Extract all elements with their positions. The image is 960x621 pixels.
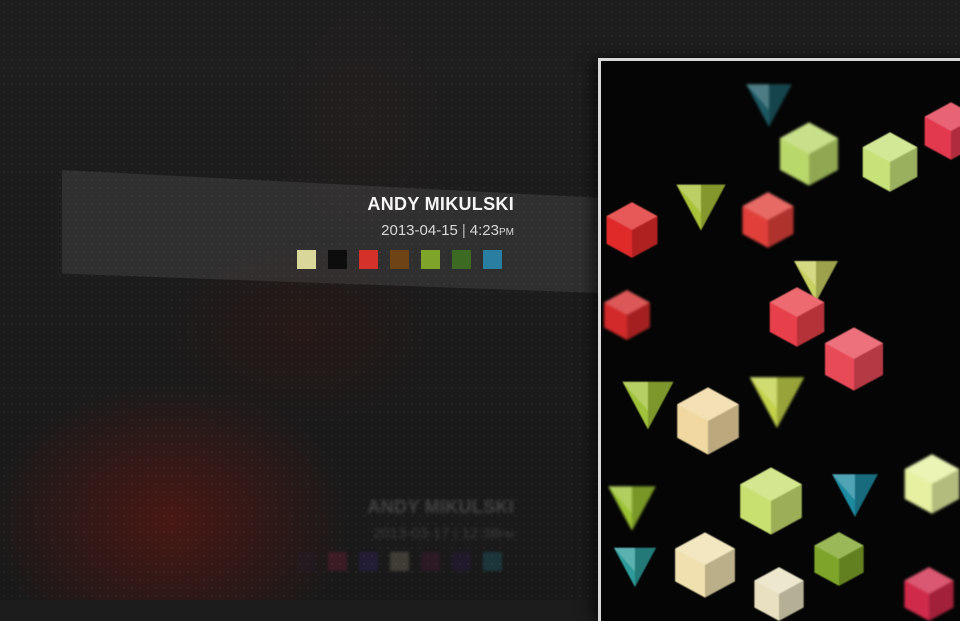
gem-shape bbox=[749, 377, 805, 429]
gem-shape bbox=[604, 290, 650, 340]
separator: | bbox=[461, 222, 466, 239]
color-swatch[interactable] bbox=[421, 250, 440, 269]
gem-shape bbox=[924, 102, 960, 160]
color-swatch[interactable] bbox=[359, 250, 378, 269]
timestamp: 2013-04-15 | 4:23PM bbox=[367, 222, 514, 239]
color-swatch[interactable] bbox=[359, 552, 378, 571]
entry-time: 4:23 bbox=[469, 222, 499, 239]
color-palette bbox=[297, 250, 502, 269]
timestamp-previous: 2013-03-17 | 12:38PM bbox=[367, 525, 514, 542]
color-swatch[interactable] bbox=[328, 250, 347, 269]
gem-shape bbox=[904, 567, 954, 621]
gem-shape bbox=[742, 192, 794, 248]
color-swatch[interactable] bbox=[390, 552, 409, 571]
color-swatch[interactable] bbox=[452, 250, 471, 269]
gem-shape bbox=[754, 567, 804, 621]
gem-shape bbox=[608, 486, 656, 531]
gem-shape bbox=[675, 532, 735, 598]
gem-shape bbox=[740, 467, 802, 535]
entry-info-previous: ANDY MIKULSKI 2013-03-17 | 12:38PM bbox=[367, 497, 514, 542]
gem-shape bbox=[904, 454, 960, 514]
entry-time-previous: 12:38 bbox=[461, 525, 499, 542]
gem-shape bbox=[676, 184, 726, 231]
color-swatch[interactable] bbox=[421, 552, 440, 571]
gem-shape bbox=[824, 327, 884, 391]
entry-info: ANDY MIKULSKI 2013-04-15 | 4:23PM bbox=[367, 194, 514, 239]
entry-date-previous: 2013-03-17 bbox=[372, 525, 450, 542]
entry-ampm-previous: PM bbox=[499, 530, 514, 541]
gem-shape bbox=[613, 547, 657, 588]
gem-shape bbox=[677, 387, 739, 455]
separator-previous: | bbox=[453, 525, 458, 542]
color-swatch[interactable] bbox=[297, 552, 316, 571]
gem-shape bbox=[862, 132, 918, 192]
color-palette-previous bbox=[297, 552, 502, 571]
gem-shape bbox=[814, 532, 864, 586]
color-swatch[interactable] bbox=[390, 250, 409, 269]
author-name[interactable]: ANDY MIKULSKI bbox=[367, 194, 514, 215]
color-swatch[interactable] bbox=[297, 250, 316, 269]
gem-shape bbox=[606, 202, 658, 258]
gem-shape bbox=[769, 287, 825, 347]
gem-shape bbox=[622, 381, 674, 430]
artwork-image[interactable] bbox=[598, 58, 960, 621]
gem-shape bbox=[832, 474, 878, 517]
color-swatch[interactable] bbox=[452, 552, 471, 571]
entry-ampm: PM bbox=[499, 227, 514, 238]
gem-shape bbox=[746, 84, 792, 127]
author-name-previous[interactable]: ANDY MIKULSKI bbox=[367, 497, 514, 518]
entry-date: 2013-04-15 bbox=[381, 222, 458, 239]
color-swatch[interactable] bbox=[483, 250, 502, 269]
color-swatch[interactable] bbox=[328, 552, 347, 571]
color-swatch[interactable] bbox=[483, 552, 502, 571]
